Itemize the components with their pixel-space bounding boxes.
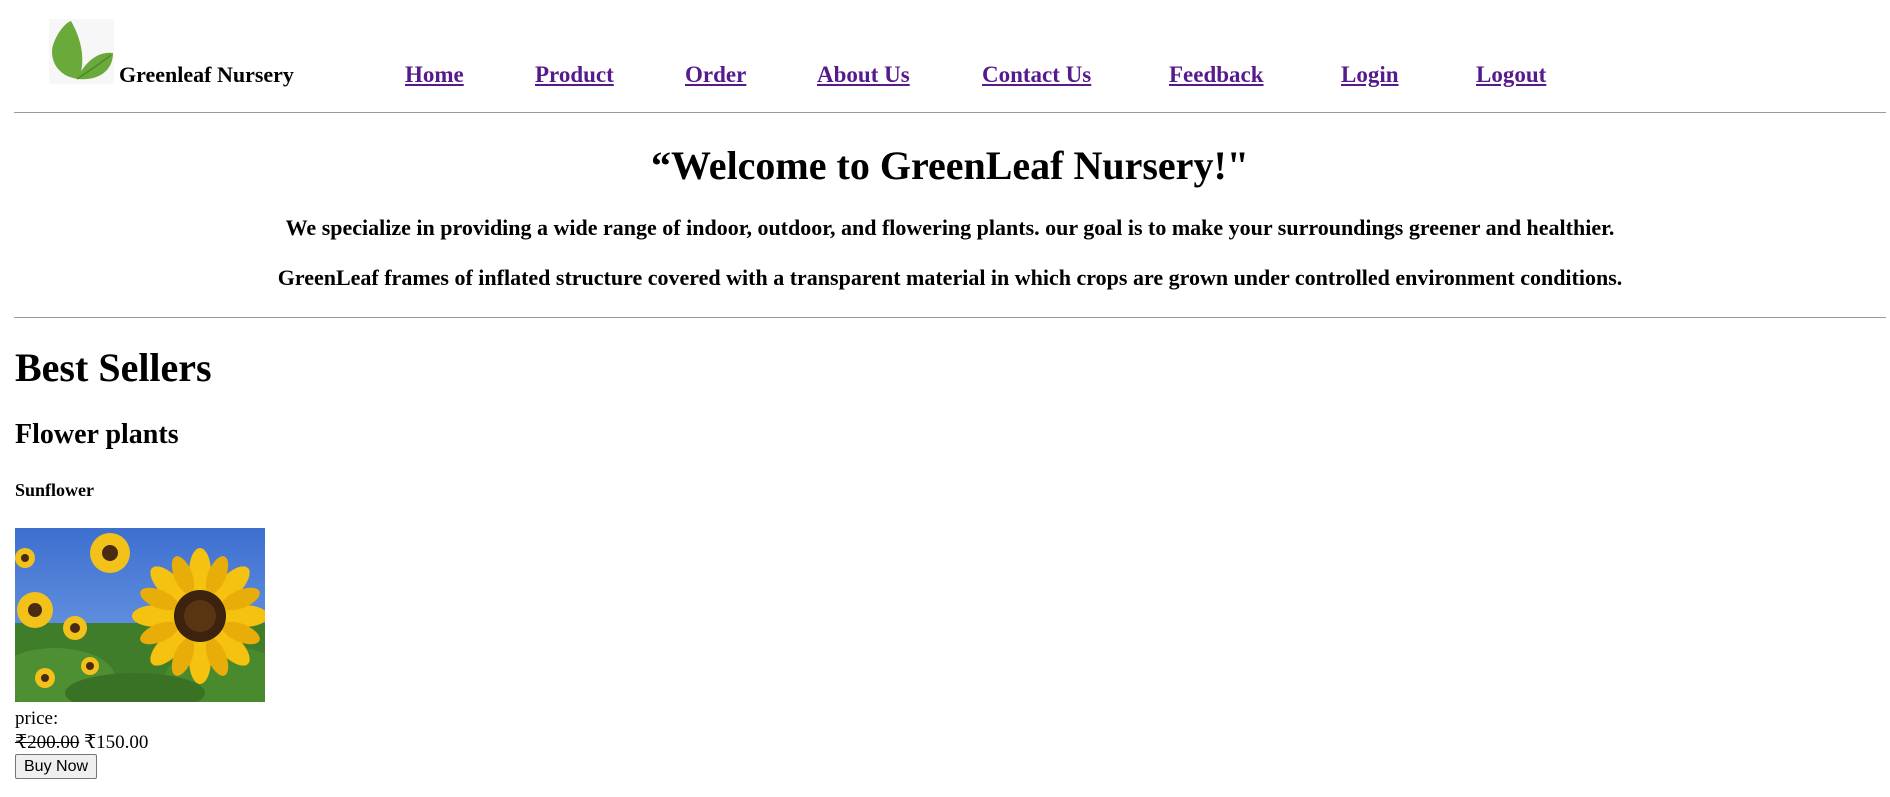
nav-about-link[interactable]: About Us <box>817 62 910 88</box>
nav-login-link[interactable]: Login <box>1341 62 1399 88</box>
best-sellers-heading: Best Sellers <box>15 345 212 390</box>
old-price: ₹200.00 <box>15 732 80 753</box>
nav-contact-link[interactable]: Contact Us <box>982 62 1091 88</box>
category-heading: Flower plants <box>15 419 179 450</box>
intro-line-2: GreenLeaf frames of inflated structure c… <box>277 265 1623 290</box>
nav-product-link[interactable]: Product <box>535 62 614 88</box>
price-label: price: <box>15 708 59 729</box>
hero-divider <box>14 317 1886 318</box>
header-divider <box>14 112 1886 113</box>
nav-home-link[interactable]: Home <box>405 62 464 88</box>
welcome-title: “Welcome to GreenLeaf Nursery!" <box>651 143 1249 188</box>
price-line: ₹200.00 ₹150.00 <box>15 731 148 754</box>
intro-line-1: We specialize in providing a wide range … <box>285 215 1615 240</box>
logo-leaf-icon <box>49 19 114 84</box>
sunflower-image <box>15 528 265 702</box>
buy-now-button[interactable]: Buy Now <box>15 754 98 779</box>
brand-name: Greenleaf Nursery <box>119 62 294 87</box>
product-name: Sunflower <box>15 480 95 500</box>
nav-order-link[interactable]: Order <box>685 62 746 88</box>
new-price: ₹150.00 <box>84 732 149 753</box>
nav-feedback-link[interactable]: Feedback <box>1169 62 1264 88</box>
nav-logout-link[interactable]: Logout <box>1476 62 1546 88</box>
